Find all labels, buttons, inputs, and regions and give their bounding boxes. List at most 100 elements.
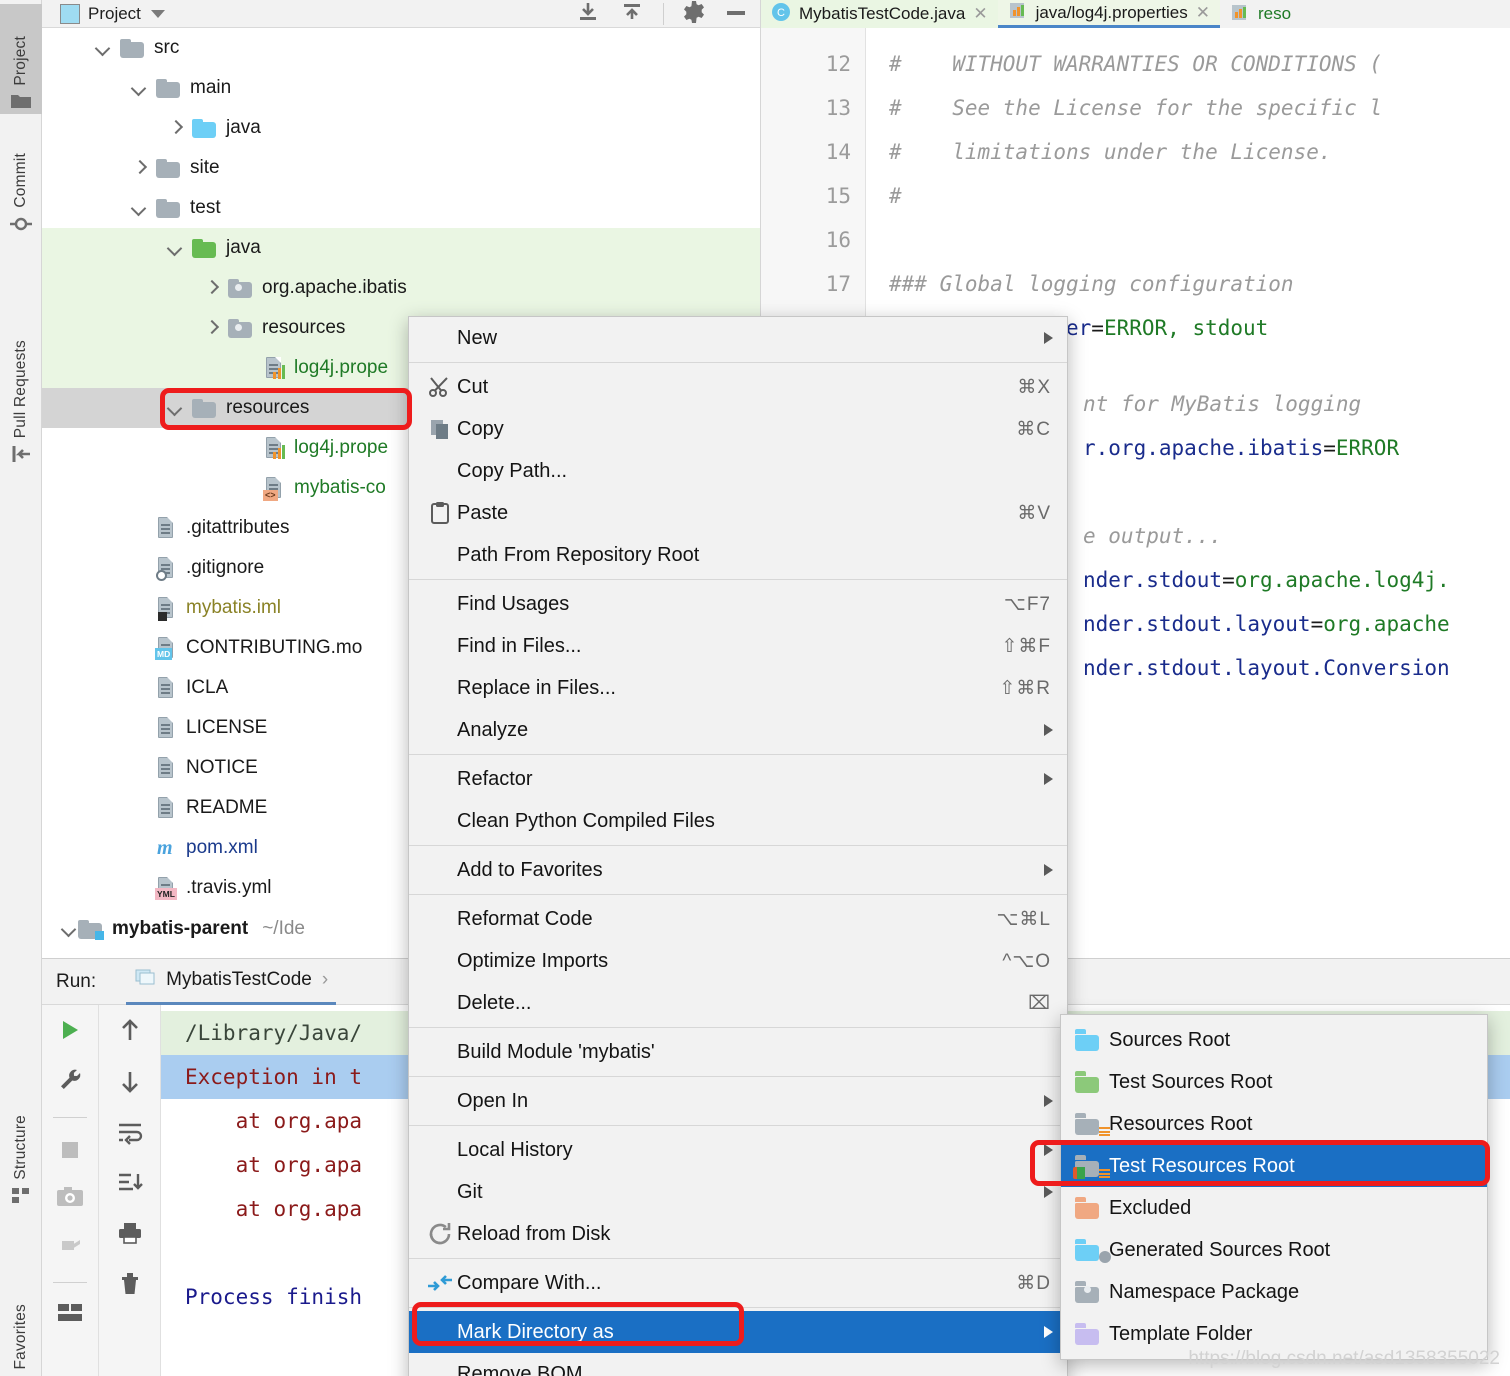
menu-item-find-usages[interactable]: Find Usages ⌥F7 bbox=[409, 583, 1067, 625]
code-line[interactable]: ### Global logging configuration bbox=[867, 262, 1510, 306]
menu-item-refactor[interactable]: Refactor bbox=[409, 758, 1067, 800]
menu-item-git[interactable]: Git bbox=[409, 1171, 1067, 1213]
menu-item-copy-path[interactable]: Copy Path... bbox=[409, 450, 1067, 492]
menu-item-delete[interactable]: Delete... ⌧ bbox=[409, 982, 1067, 1024]
submenu-item-generated-sources-root[interactable]: Generated Sources Root bbox=[1061, 1229, 1487, 1271]
run-icon[interactable] bbox=[57, 1017, 83, 1047]
submenu-item-test-sources-root[interactable]: Test Sources Root bbox=[1061, 1061, 1487, 1103]
gear-icon[interactable] bbox=[682, 0, 706, 28]
tree-row[interactable]: test bbox=[42, 188, 760, 228]
menu-item-cut[interactable]: Cut ⌘X bbox=[409, 366, 1067, 408]
code-line[interactable]: # WITHOUT WARRANTIES OR CONDITIONS ( bbox=[867, 42, 1510, 86]
editor-code-right[interactable]: nt for MyBatis logging r.org.apache.ibati… bbox=[1061, 382, 1510, 958]
code-line[interactable]: # See the License for the specific l bbox=[867, 86, 1510, 130]
submenu-item-sources-root[interactable]: Sources Root bbox=[1061, 1019, 1487, 1061]
submenu-item-resources-root[interactable]: Resources Root bbox=[1061, 1103, 1487, 1145]
chevron-right-icon[interactable] bbox=[166, 119, 184, 137]
code-line[interactable]: # bbox=[867, 174, 1510, 218]
rail-button-commit[interactable]: Commit bbox=[0, 128, 42, 238]
menu-item-clean-python-compiled-files[interactable]: Clean Python Compiled Files bbox=[409, 800, 1067, 842]
menu-item-path-from-repository-root[interactable]: Path From Repository Root bbox=[409, 534, 1067, 576]
context-menu[interactable]: New Cut ⌘X Copy ⌘C Copy Path... Paste ⌘V Path Fr… bbox=[408, 316, 1068, 1376]
menu-item-copy[interactable]: Copy ⌘C bbox=[409, 408, 1067, 450]
collapse-all-icon[interactable] bbox=[619, 1, 645, 27]
code-line[interactable]: r.org.apache.ibatis=ERROR bbox=[1061, 426, 1510, 470]
tree-row[interactable]: src bbox=[42, 28, 760, 68]
stop-icon[interactable] bbox=[58, 1138, 82, 1166]
chevron-right-icon[interactable] bbox=[202, 319, 220, 337]
debug-icon[interactable] bbox=[57, 1232, 83, 1262]
rail-button-project[interactable]: Project bbox=[0, 4, 42, 114]
submenu-arrow-icon bbox=[1044, 332, 1053, 344]
rail-button-structure[interactable]: Structure bbox=[0, 1088, 42, 1208]
submenu-item-namespace-package[interactable]: Namespace Package bbox=[1061, 1271, 1487, 1313]
menu-item-replace-in-files[interactable]: Replace in Files... ⇧⌘R bbox=[409, 667, 1067, 709]
arrow-down-icon[interactable] bbox=[118, 1069, 142, 1099]
menu-item-shortcut: ⌘X bbox=[1017, 376, 1051, 398]
minimize-icon[interactable] bbox=[724, 5, 748, 22]
chevron-down-icon[interactable] bbox=[94, 39, 112, 57]
menu-item-add-to-favorites[interactable]: Add to Favorites bbox=[409, 849, 1067, 891]
run-configuration-tab[interactable]: MybatisTestCode › bbox=[126, 959, 337, 1005]
menu-item-reformat-code[interactable]: Reformat Code ⌥⌘L bbox=[409, 898, 1067, 940]
soft-wrap-icon[interactable] bbox=[117, 1121, 143, 1149]
mark-directory-as-submenu[interactable]: Sources Root Test Sources Root Resources R… bbox=[1060, 1014, 1488, 1360]
code-line[interactable]: # limitations under the License. bbox=[867, 130, 1510, 174]
submenu-item-excluded[interactable]: Excluded bbox=[1061, 1187, 1487, 1229]
rail-button-favorites[interactable]: Favorites bbox=[0, 1248, 42, 1370]
menu-item-local-history[interactable]: Local History bbox=[409, 1129, 1067, 1171]
chevron-right-icon[interactable] bbox=[130, 159, 148, 177]
code-line[interactable]: nder.stdout.layout=org.apache bbox=[1061, 602, 1510, 646]
submenu-item-test-resources-root[interactable]: Test Resources Root bbox=[1061, 1145, 1487, 1187]
tree-row[interactable]: org.apache.ibatis bbox=[42, 268, 760, 308]
tree-row[interactable]: main bbox=[42, 68, 760, 108]
arrow-up-icon[interactable] bbox=[118, 1017, 142, 1047]
run-toolbar-right[interactable] bbox=[98, 1005, 160, 1376]
chevron-down-icon[interactable] bbox=[150, 9, 165, 18]
print-icon[interactable] bbox=[117, 1221, 143, 1249]
editor-tab-mybatistestcode[interactable]: C MybatisTestCode.java ✕ bbox=[761, 0, 998, 28]
close-icon[interactable]: ✕ bbox=[973, 4, 987, 24]
menu-item-mark-directory-as[interactable]: Mark Directory as bbox=[409, 1311, 1067, 1353]
menu-item-remove-bom[interactable]: Remove BOM bbox=[409, 1353, 1067, 1376]
menu-item-reload-from-disk[interactable]: Reload from Disk bbox=[409, 1213, 1067, 1255]
scroll-to-end-icon[interactable] bbox=[117, 1171, 143, 1199]
wrench-icon[interactable] bbox=[57, 1067, 83, 1097]
layout-icon[interactable] bbox=[57, 1303, 83, 1327]
menu-item-paste[interactable]: Paste ⌘V bbox=[409, 492, 1067, 534]
expand-all-icon[interactable] bbox=[575, 1, 601, 27]
menu-item-compare-with[interactable]: Compare With... ⌘D bbox=[409, 1262, 1067, 1304]
camera-icon[interactable] bbox=[56, 1186, 84, 1212]
menu-item-optimize-imports[interactable]: Optimize Imports ^⌥O bbox=[409, 940, 1067, 982]
chevron-right-icon[interactable] bbox=[202, 279, 220, 297]
chevron-down-icon[interactable] bbox=[130, 199, 148, 217]
tree-row[interactable]: java bbox=[42, 228, 760, 268]
chevron-down-icon[interactable] bbox=[166, 239, 184, 257]
code-line[interactable] bbox=[867, 218, 1510, 262]
menu-item-new[interactable]: New bbox=[409, 317, 1067, 359]
tree-row-label: src bbox=[154, 37, 180, 58]
chevron-down-icon[interactable] bbox=[60, 920, 78, 938]
code-line[interactable] bbox=[1061, 470, 1510, 514]
tree-row[interactable]: java bbox=[42, 108, 760, 148]
menu-item-find-in-files[interactable]: Find in Files... ⇧⌘F bbox=[409, 625, 1067, 667]
editor-tab-log4j-properties[interactable]: java/log4j.properties ✕ bbox=[997, 0, 1220, 28]
menu-item-analyze[interactable]: Analyze bbox=[409, 709, 1067, 751]
code-line[interactable]: nder.stdout=org.apache.log4j. bbox=[1061, 558, 1510, 602]
trash-icon[interactable] bbox=[118, 1271, 142, 1301]
tree-row[interactable]: site bbox=[42, 148, 760, 188]
menu-item-build-module-mybatis[interactable]: Build Module 'mybatis' bbox=[409, 1031, 1067, 1073]
run-toolbar-left[interactable] bbox=[42, 1005, 98, 1376]
chevron-down-icon[interactable] bbox=[130, 79, 148, 97]
code-line[interactable]: nder.stdout.layout.Conversion bbox=[1061, 646, 1510, 690]
editor-tab-bar[interactable]: C MybatisTestCode.java ✕ java/log4j.prop… bbox=[761, 0, 1510, 28]
editor-tab-resources[interactable]: reso bbox=[1220, 0, 1301, 28]
rail-button-pull-requests[interactable]: Pull Requests bbox=[0, 268, 42, 468]
code-line[interactable]: nt for MyBatis logging bbox=[1061, 382, 1510, 426]
chevron-right-icon[interactable]: › bbox=[322, 969, 328, 991]
close-icon[interactable]: ✕ bbox=[1196, 3, 1210, 23]
chevron-down-icon[interactable] bbox=[166, 399, 184, 417]
code-line[interactable]: e output... bbox=[1061, 514, 1510, 558]
menu-item-open-in[interactable]: Open In bbox=[409, 1080, 1067, 1122]
